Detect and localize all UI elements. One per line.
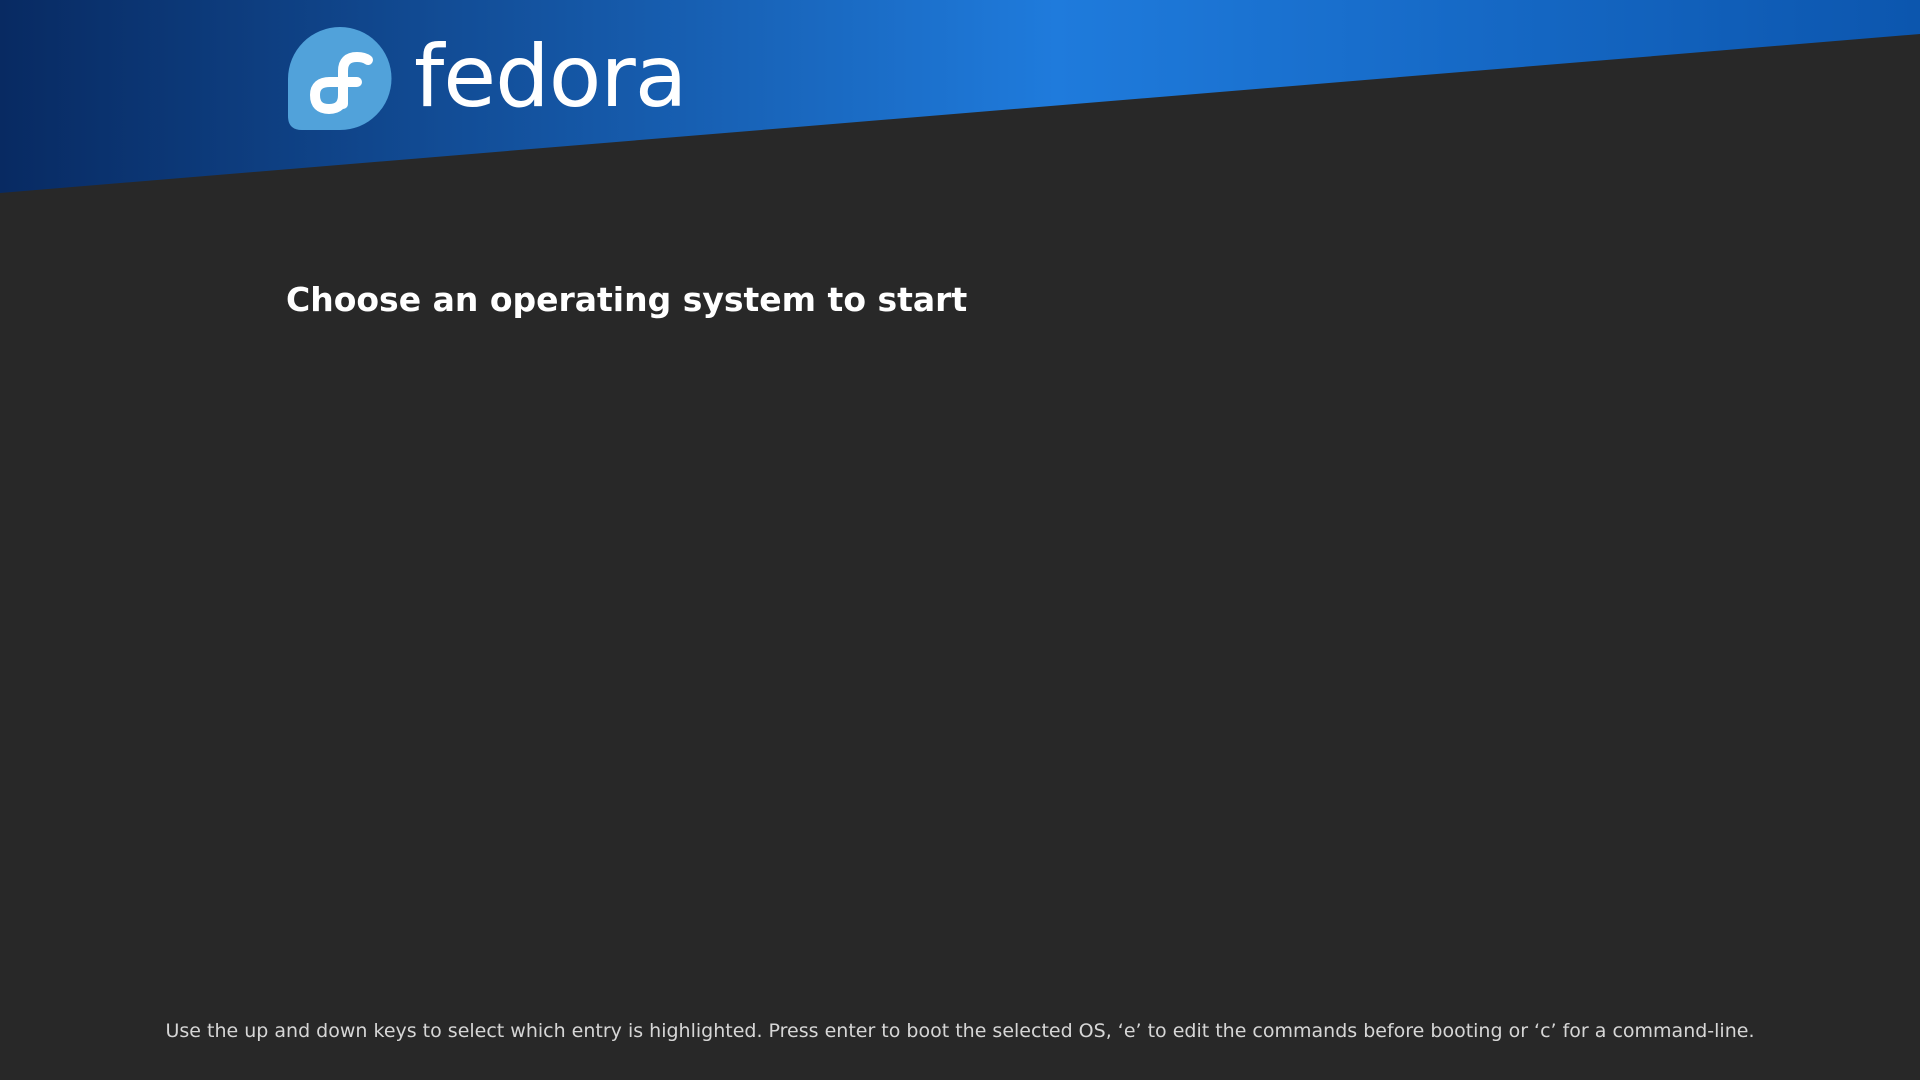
menu-title: Choose an operating system to start [286,280,968,319]
boot-screen: fedora Choose an operating system to sta… [0,0,1920,1080]
boot-entry-list[interactable] [286,340,1634,980]
fedora-wordmark: fedora [414,26,687,127]
help-text: Use the up and down keys to select which… [165,1020,1755,1042]
fedora-infinity-f-icon [288,27,392,130]
fedora-logo: fedora [288,26,687,130]
